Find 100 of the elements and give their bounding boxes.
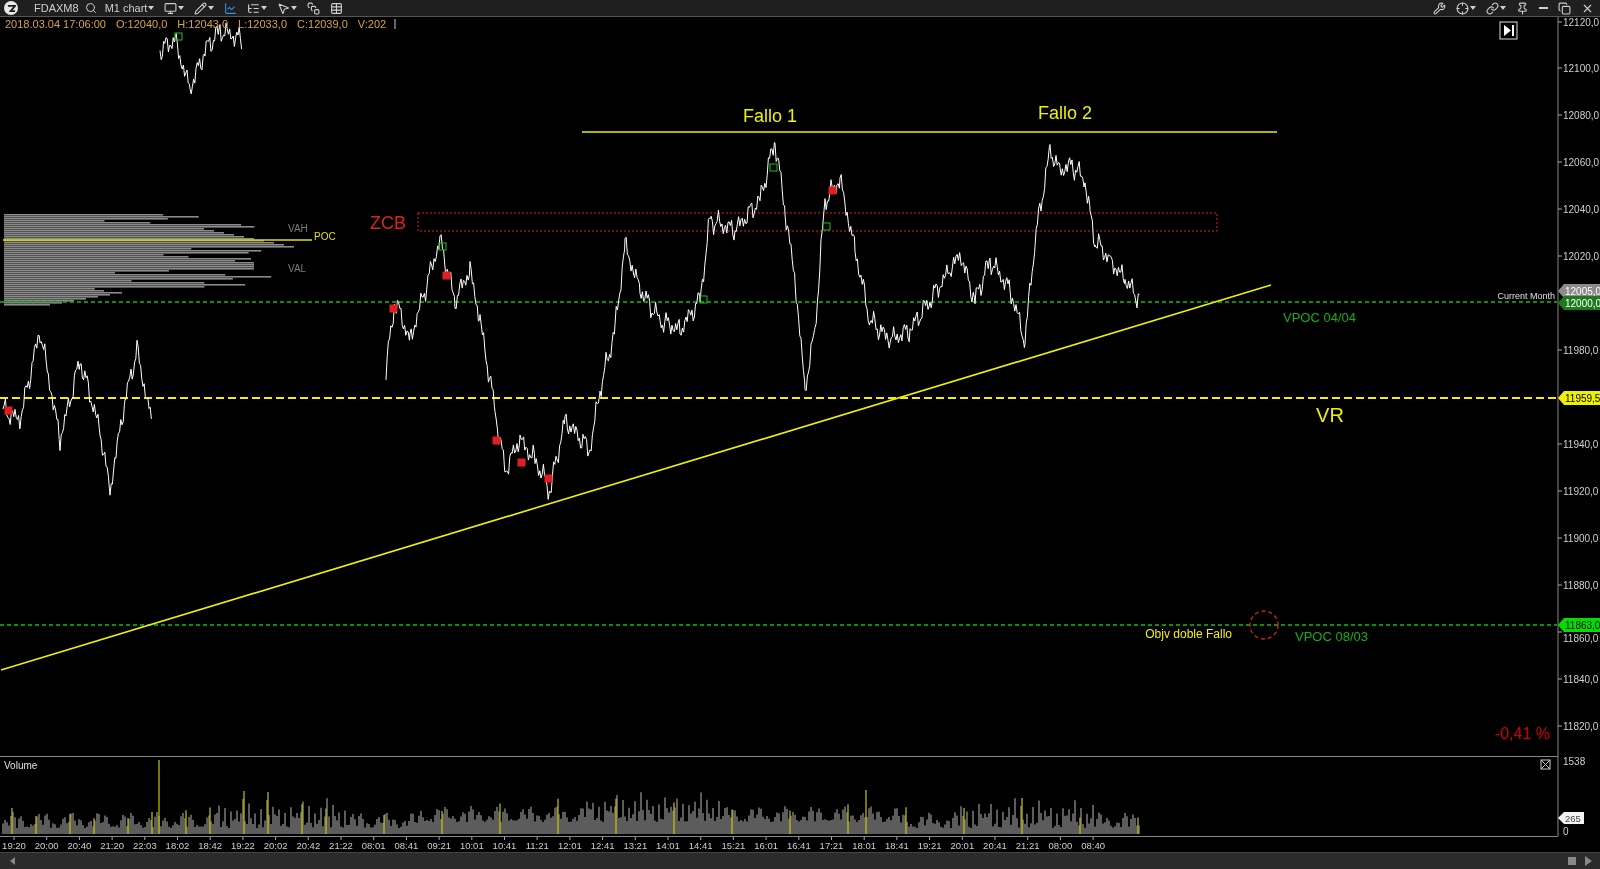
bar-info: 2018.03.04 17:06:00 O:12040,0 H:12043,0 L:12033,0 C:12039,0 V:202 — [5, 18, 387, 30]
volume-tick-label: 0 — [1563, 826, 1569, 836]
price-tick-label: 11900,0 — [1557, 533, 1599, 544]
toolbar-button[interactable] — [305, 0, 323, 16]
caret-icon — [148, 6, 155, 10]
window-control-button[interactable] — [1431, 0, 1448, 16]
pin-icon — [1516, 1, 1529, 15]
caret-icon — [261, 6, 268, 10]
time-tick-label: 22:03 — [132, 836, 157, 851]
zone-label: ZCB — [370, 213, 406, 233]
time-tick-label: 20:40 — [67, 836, 92, 851]
time-tick-label: 20:42 — [296, 836, 321, 851]
price-tick-label: 12080,0 — [1557, 110, 1600, 121]
price-tick-label: 11840,0 — [1557, 674, 1599, 685]
time-tick-label: 15:21 — [721, 836, 746, 851]
time-tick-label: 21:22 — [329, 836, 353, 851]
pencil-icon — [194, 1, 208, 15]
time-tick-label: 16:01 — [754, 836, 778, 851]
price-tick-label: 11860,0 — [1557, 631, 1599, 644]
session-label: Current Month — [1497, 291, 1555, 301]
scrollbar[interactable] — [0, 852, 1600, 869]
price-tick-label: 12060,0 — [1557, 157, 1600, 168]
time-tick-label: 08:40 — [1081, 836, 1105, 851]
monitor-icon — [164, 1, 178, 15]
pointer-icon — [277, 1, 291, 15]
profile-label: VAL — [288, 263, 307, 274]
caret-icon — [291, 6, 298, 10]
price-tick-label: 11980,0 — [1557, 345, 1599, 356]
scroll-left-icon[interactable] — [10, 857, 15, 865]
skip-end-icon — [1504, 25, 1514, 36]
time-tick-label: 12:01 — [558, 836, 582, 851]
caret-icon — [178, 6, 185, 10]
price-tick-label: 12040,0 — [1557, 204, 1600, 215]
restore-icon — [1558, 1, 1571, 15]
chart-annotation: Fallo 1 — [743, 106, 797, 126]
list-icon — [247, 1, 261, 15]
caret-icon — [1470, 6, 1476, 10]
time-tick-label: 19:21 — [917, 836, 942, 851]
link-icon — [1486, 1, 1499, 15]
price-tick-label: 11940,0 — [1557, 439, 1599, 450]
profile-label: VAH — [288, 223, 308, 234]
toolbar-button[interactable] — [192, 0, 217, 16]
wrench-icon — [1433, 1, 1446, 15]
window-control-button[interactable] — [1454, 0, 1478, 16]
time-tick-label: 18:01 — [852, 836, 877, 851]
chart-annotation: Fallo 2 — [1038, 103, 1092, 123]
time-tick-label: 19:20 — [2, 836, 26, 851]
timeframe-dropdown[interactable]: M1 chart — [102, 0, 157, 16]
caret-icon — [1500, 6, 1506, 10]
time-tick-label: 18:41 — [885, 836, 909, 851]
cursor-line — [394, 18, 396, 30]
change-percent: -0,41 % — [1494, 725, 1550, 742]
table-icon — [330, 1, 344, 15]
price-marker: 11959,5 — [1558, 391, 1600, 405]
level-label: VPOC 04/04 — [1283, 310, 1356, 325]
time-tick-label: 18:42 — [198, 836, 223, 851]
time-tick-label: 14:01 — [656, 836, 680, 851]
time-tick-label: 11:21 — [525, 836, 549, 851]
level-label: VR — [1316, 404, 1344, 426]
time-tick-label: 14:41 — [688, 836, 713, 851]
time-tick-label: 21:21 — [1015, 836, 1040, 851]
volume-tick-label: 1538 — [1563, 756, 1586, 767]
price-marker: 12000,0 — [1558, 296, 1600, 310]
time-tick-label: 08:41 — [394, 836, 419, 851]
price-marker: 11863,0 — [1558, 618, 1600, 632]
price-tick-label: 11920,0 — [1557, 486, 1599, 497]
window-icon — [307, 1, 321, 15]
app-logo-icon[interactable] — [4, 1, 18, 15]
time-tick-label: 19:22 — [231, 836, 255, 851]
time-tick-label: 20:01 — [950, 836, 975, 851]
play-icon[interactable] — [1585, 856, 1592, 866]
time-tick-label: 08:01 — [361, 836, 386, 851]
price-tick-label: 12120,0 — [1557, 17, 1600, 28]
time-tick-label: 20:41 — [983, 836, 1007, 851]
time-tick-label: 21:20 — [100, 836, 124, 851]
symbol-label: FDAXM8 — [34, 2, 79, 14]
line-chart-icon — [224, 1, 238, 15]
toolbar-button[interactable] — [162, 0, 187, 16]
time-tick-label: 08:00 — [1048, 836, 1073, 851]
level-label: VPOC 08/03 — [1295, 629, 1368, 644]
time-tick-label: 13:21 — [623, 836, 648, 851]
price-tick-label: 12100,0 — [1557, 63, 1600, 74]
price-tick-label: 12020,0 — [1557, 251, 1600, 262]
price-tick-label: 11820,0 — [1557, 721, 1599, 732]
caret-icon — [208, 6, 215, 10]
time-tick-label: 17:21 — [819, 836, 844, 851]
minimize-icon — [1539, 7, 1548, 9]
time-tick-label: 20:00 — [34, 836, 59, 851]
target-circle — [1249, 610, 1279, 640]
time-tick-label: 16:41 — [786, 836, 811, 851]
target-label: Objv doble Fallo — [1145, 627, 1232, 641]
volume-marker: 265 — [1558, 812, 1584, 824]
price-tick-label: 11880,0 — [1557, 580, 1599, 591]
volume-title: Volume — [4, 760, 38, 771]
search-icon[interactable] — [84, 2, 97, 14]
close-pane-icon[interactable] — [1540, 759, 1551, 770]
time-tick-label: 10:01 — [459, 836, 484, 851]
window-control-button[interactable] — [1484, 0, 1508, 16]
window-control-button[interactable] — [1556, 0, 1573, 16]
crosshair-icon — [1456, 1, 1469, 15]
